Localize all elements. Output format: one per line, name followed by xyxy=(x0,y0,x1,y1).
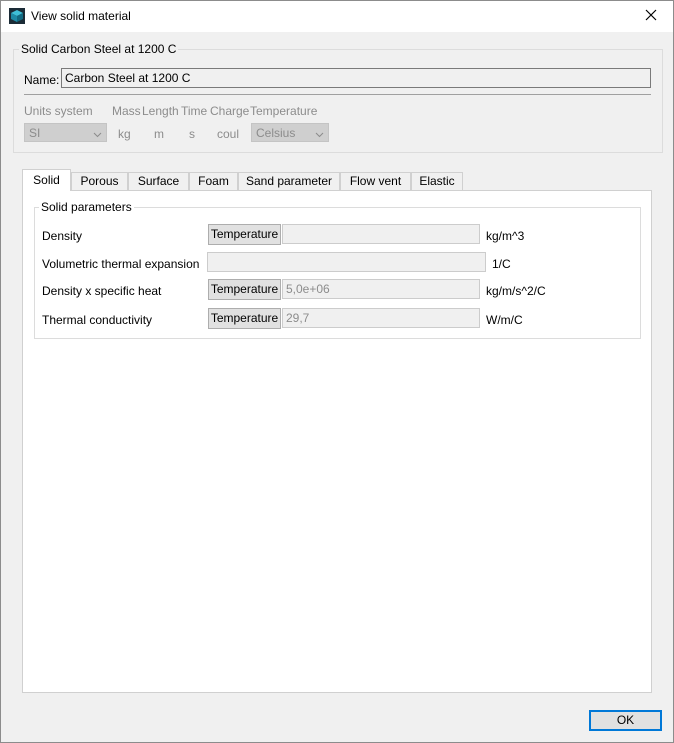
tab-solid[interactable]: Solid xyxy=(22,169,71,191)
time-value: s xyxy=(189,127,195,141)
charge-label: Charge xyxy=(210,104,250,118)
solid-parameters-legend: Solid parameters xyxy=(39,200,134,214)
tab-sand-parameter[interactable]: Sand parameter xyxy=(238,172,340,191)
density-temperature-button[interactable]: Temperature xyxy=(208,224,281,245)
specific-heat-temperature-button[interactable]: Temperature xyxy=(208,279,281,300)
chevron-down-icon xyxy=(315,128,324,138)
units-system-value: SI xyxy=(29,126,41,140)
density-unit: kg/m^3 xyxy=(486,229,525,243)
app-cube-icon xyxy=(9,8,25,24)
temperature-value: Celsius xyxy=(256,126,296,140)
conductivity-temperature-button[interactable]: Temperature xyxy=(208,308,281,329)
thermal-expansion-field[interactable] xyxy=(207,252,486,272)
view-solid-material-dialog: View solid material Solid Carbon Steel a… xyxy=(0,0,674,743)
charge-value: coul xyxy=(217,127,240,141)
thermal-conductivity-unit: W/m/C xyxy=(486,313,523,327)
thermal-expansion-label: Volumetric thermal expansion xyxy=(42,257,200,271)
tab-flow-vent[interactable]: Flow vent xyxy=(340,172,411,191)
name-label: Name: xyxy=(24,73,60,87)
units-system-label: Units system xyxy=(24,104,93,118)
window-title: View solid material xyxy=(31,9,131,23)
tab-porous[interactable]: Porous xyxy=(71,172,128,191)
separator xyxy=(24,94,651,95)
density-field[interactable] xyxy=(282,224,480,244)
title-bar: View solid material xyxy=(1,1,673,32)
units-system-select[interactable]: SI xyxy=(24,123,107,142)
chevron-down-icon xyxy=(93,128,102,138)
density-label: Density xyxy=(42,229,83,243)
thermal-expansion-unit: 1/C xyxy=(492,257,511,271)
density-specific-heat-unit: kg/m/s^2/C xyxy=(486,284,546,298)
mass-label: Mass xyxy=(112,104,141,118)
close-icon xyxy=(645,9,657,24)
tab-surface[interactable]: Surface xyxy=(128,172,189,191)
time-label: Time xyxy=(181,104,208,118)
length-label: Length xyxy=(142,104,179,118)
temperature-select[interactable]: Celsius xyxy=(251,123,329,142)
close-button[interactable] xyxy=(629,1,673,31)
temperature-label: Temperature xyxy=(250,104,318,118)
mass-value: kg xyxy=(118,127,131,141)
tab-foam[interactable]: Foam xyxy=(189,172,238,191)
ok-button[interactable]: OK xyxy=(589,710,662,731)
length-value: m xyxy=(154,127,164,141)
thermal-conductivity-label: Thermal conductivity xyxy=(42,313,153,327)
tab-elastic[interactable]: Elastic xyxy=(411,172,463,191)
material-group-legend: Solid Carbon Steel at 1200 C xyxy=(19,42,179,56)
name-field[interactable]: Carbon Steel at 1200 C xyxy=(61,68,651,88)
material-group-box xyxy=(13,49,663,153)
thermal-conductivity-field[interactable]: 29,7 xyxy=(282,308,480,328)
density-specific-heat-field[interactable]: 5,0e+06 xyxy=(282,279,480,299)
density-specific-heat-label: Density x specific heat xyxy=(42,284,162,298)
